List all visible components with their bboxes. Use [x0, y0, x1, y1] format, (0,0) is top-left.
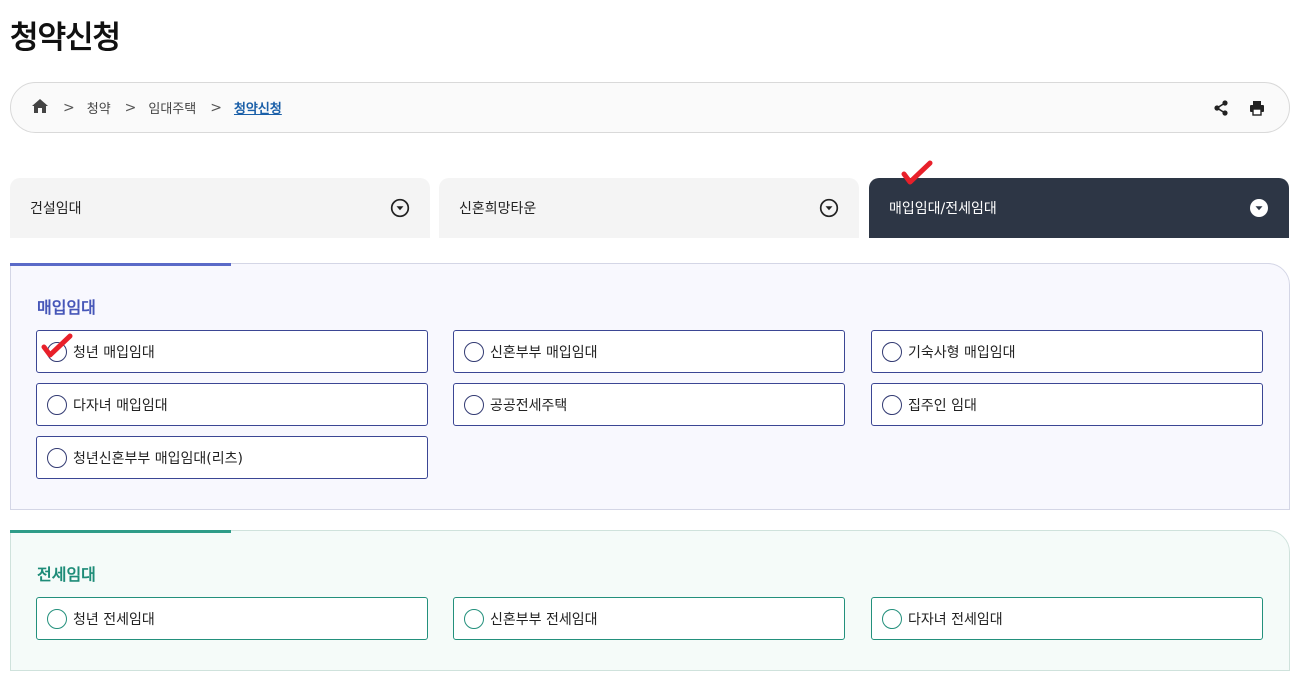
- breadcrumb-separator: >: [63, 99, 75, 116]
- option-label: 집주인 임대: [908, 397, 977, 414]
- chevron-down-icon: [390, 198, 410, 218]
- option-youth-newlywed-reits[interactable]: 청년신혼부부 매입임대(리츠): [36, 436, 428, 479]
- tab-label: 매입임대/전세임대: [889, 201, 997, 217]
- tab-label: 신혼희망타운: [459, 201, 537, 217]
- option-public-jeonse-housing[interactable]: 공공전세주택: [453, 383, 845, 426]
- radio-button[interactable]: [47, 447, 67, 468]
- radio-button[interactable]: [464, 394, 484, 415]
- option-label: 신혼부부 전세임대: [490, 611, 598, 628]
- radio-button[interactable]: [47, 608, 67, 629]
- option-label: 청년 전세임대: [73, 611, 155, 628]
- option-landlord-rental[interactable]: 집주인 임대: [871, 383, 1263, 426]
- option-dormitory-purchase-rental[interactable]: 기숙사형 매입임대: [871, 330, 1263, 373]
- page-title: 청약신청: [10, 20, 121, 56]
- breadcrumb-item-current[interactable]: 청약신청: [234, 98, 282, 117]
- breadcrumb-separator: >: [124, 99, 137, 116]
- option-label: 기숙사형 매입임대: [908, 344, 1016, 361]
- radio-button[interactable]: [464, 341, 484, 362]
- tab-construction-rental[interactable]: 건설임대: [10, 178, 430, 238]
- option-label: 다자녀 전세임대: [908, 611, 1003, 628]
- option-newlywed-purchase-rental[interactable]: 신혼부부 매입임대: [453, 330, 845, 373]
- radio-button[interactable]: [882, 341, 902, 362]
- section-title: 전세임대: [37, 565, 96, 584]
- radio-button[interactable]: [882, 394, 902, 415]
- breadcrumb-item-rental-housing[interactable]: 임대주택: [148, 98, 196, 117]
- radio-button[interactable]: [464, 608, 484, 629]
- tab-label: 건설임대: [30, 201, 82, 217]
- option-youth-jeonse-rental[interactable]: 청년 전세임대: [36, 597, 428, 640]
- chevron-down-icon: [819, 198, 839, 218]
- breadcrumb: > 청약 > 임대주택 > 청약신청: [10, 82, 1290, 133]
- checkmark-annotation-icon: [41, 333, 73, 358]
- option-youth-purchase-rental[interactable]: 청년 매입임대: [36, 330, 428, 373]
- print-icon[interactable]: [1249, 100, 1265, 116]
- home-icon[interactable]: [31, 98, 49, 118]
- radio-button[interactable]: [882, 608, 902, 629]
- option-label: 신혼부부 매입임대: [490, 344, 598, 361]
- chevron-down-icon: [1250, 199, 1268, 217]
- option-label: 다자녀 매입임대: [73, 397, 168, 414]
- section-accent-line: [10, 530, 231, 533]
- section-purchase-rental: 매입임대 청년 매입임대 신혼부부 매입임대 기숙사형 매입임대 다자녀 매입임…: [10, 263, 1290, 510]
- breadcrumb-item-cheongyak[interactable]: 청약: [87, 98, 111, 117]
- tab-newlywed-hope-town[interactable]: 신혼희망타운: [439, 178, 859, 238]
- option-label: 청년 매입임대: [73, 344, 155, 361]
- option-multi-child-jeonse-rental[interactable]: 다자녀 전세임대: [871, 597, 1263, 640]
- section-accent-line: [10, 263, 231, 266]
- option-newlywed-jeonse-rental[interactable]: 신혼부부 전세임대: [453, 597, 845, 640]
- option-label: 청년신혼부부 매입임대(리츠): [73, 450, 243, 467]
- breadcrumb-separator: >: [210, 99, 222, 116]
- radio-button[interactable]: [47, 394, 67, 415]
- tab-purchase-jeonse-rental[interactable]: 매입임대/전세임대: [869, 178, 1289, 238]
- share-icon[interactable]: [1213, 99, 1229, 116]
- option-multi-child-purchase-rental[interactable]: 다자녀 매입임대: [36, 383, 428, 426]
- checkmark-annotation-icon: [901, 160, 933, 185]
- option-label: 공공전세주택: [490, 397, 568, 414]
- section-title: 매입임대: [37, 298, 96, 317]
- section-jeonse-rental: 전세임대 청년 전세임대 신혼부부 전세임대 다자녀 전세임대: [10, 530, 1290, 671]
